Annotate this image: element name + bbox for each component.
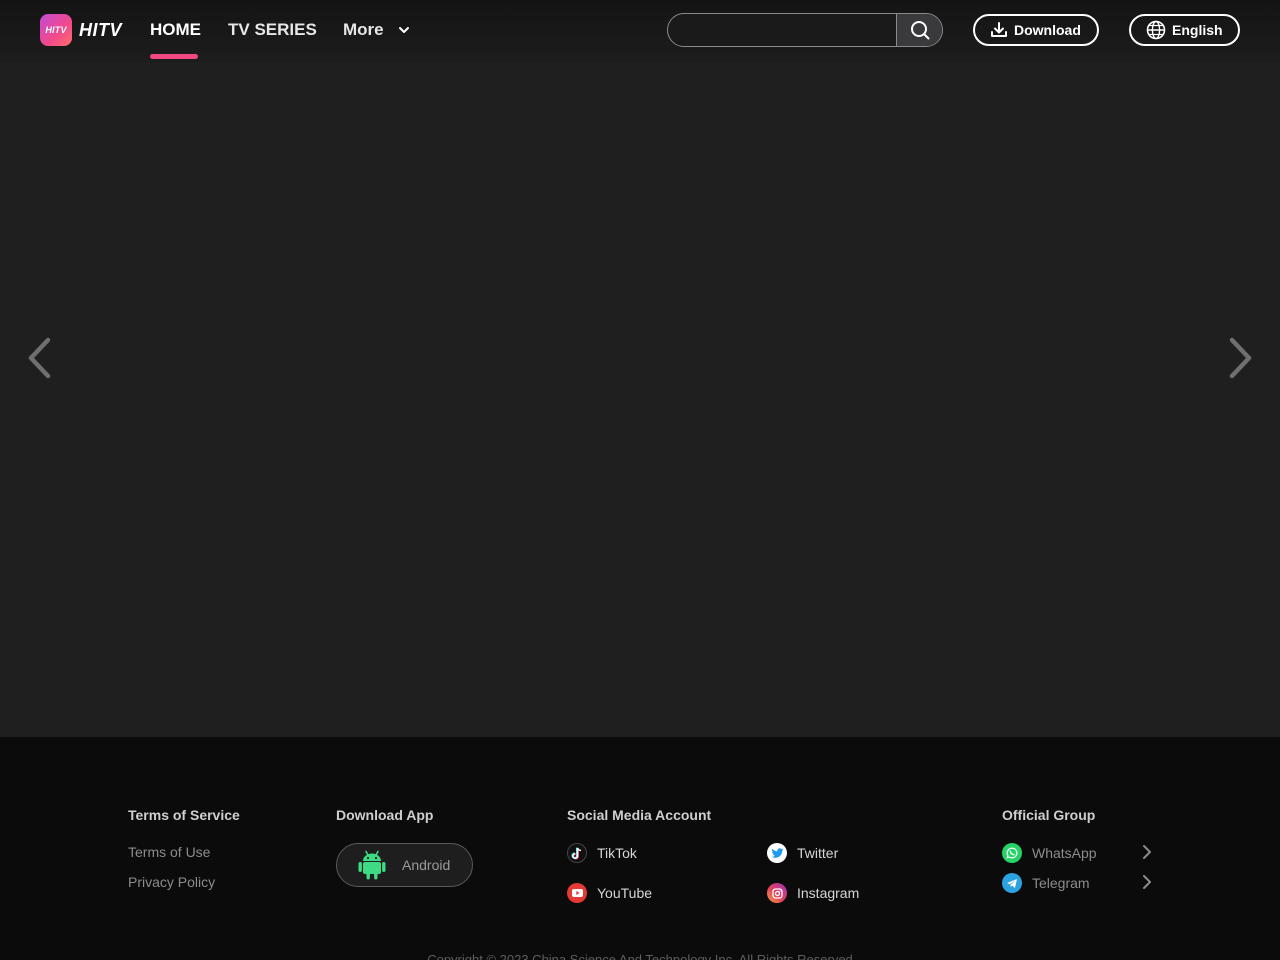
twitter-label: Twitter	[797, 845, 839, 861]
carousel-prev-button[interactable]	[24, 336, 54, 380]
nav-active-indicator	[150, 54, 198, 59]
instagram-icon	[767, 883, 787, 903]
android-label: Android	[402, 857, 451, 873]
telegram-label: Telegram	[1032, 875, 1090, 891]
nav-more-dropdown[interactable]: More	[343, 20, 410, 40]
search-button[interactable]	[896, 14, 942, 46]
twitter-link[interactable]: Twitter	[767, 843, 838, 863]
tiktok-label: TikTok	[597, 845, 637, 861]
telegram-icon	[1002, 873, 1022, 893]
logo-text: HITV	[79, 19, 123, 40]
privacy-policy-link[interactable]: Privacy Policy	[128, 874, 215, 890]
nav-more-label: More	[343, 20, 384, 39]
terms-heading: Terms of Service	[128, 807, 240, 823]
copyright-text: Copyright © 2023 China Science And Techn…	[427, 952, 853, 960]
youtube-label: YouTube	[597, 885, 653, 901]
chevron-down-icon	[398, 27, 409, 33]
search-input[interactable]	[668, 14, 896, 46]
terms-of-use-link[interactable]: Terms of Use	[128, 844, 210, 860]
logo-badge: HITV	[40, 14, 72, 46]
search-box	[667, 13, 943, 47]
carousel-next-button[interactable]	[1226, 336, 1256, 380]
top-navigation-bar: HITV HITV HOME TV SERIES More Download E…	[0, 0, 1280, 62]
social-heading: Social Media Account	[567, 807, 712, 823]
tiktok-icon	[567, 843, 587, 863]
site-footer: Terms of Service Terms of Use Privacy Po…	[0, 737, 1280, 960]
whatsapp-group-link[interactable]: WhatsApp	[1002, 843, 1152, 863]
telegram-group-link[interactable]: Telegram	[1002, 873, 1152, 893]
download-button[interactable]: Download	[973, 14, 1099, 46]
youtube-link[interactable]: YouTube	[567, 883, 652, 903]
download-app-heading: Download App	[336, 807, 434, 823]
instagram-label: Instagram	[797, 885, 860, 901]
android-icon	[358, 850, 386, 880]
tiktok-link[interactable]: TikTok	[567, 843, 637, 863]
search-icon	[910, 21, 929, 40]
download-button-label: Download	[1014, 22, 1081, 38]
chevron-right-icon	[1143, 875, 1151, 889]
whatsapp-label: WhatsApp	[1032, 845, 1097, 861]
youtube-icon	[567, 883, 587, 903]
chevron-right-icon	[1229, 337, 1252, 379]
hero-banner	[0, 0, 1280, 737]
nav-home[interactable]: HOME	[150, 20, 201, 40]
instagram-link[interactable]: Instagram	[767, 883, 859, 903]
language-selector[interactable]: English	[1129, 14, 1240, 46]
logo[interactable]: HITV HITV	[40, 14, 122, 46]
chevron-right-icon	[1143, 845, 1151, 859]
whatsapp-icon	[1002, 843, 1022, 863]
chevron-left-icon	[28, 337, 51, 379]
android-download-button[interactable]: Android	[336, 843, 473, 887]
official-group-heading: Official Group	[1002, 807, 1096, 823]
globe-icon	[1146, 20, 1166, 40]
download-icon	[991, 22, 1007, 37]
nav-tv-series[interactable]: TV SERIES	[228, 20, 317, 40]
twitter-icon	[767, 843, 787, 863]
language-label: English	[1172, 22, 1223, 38]
